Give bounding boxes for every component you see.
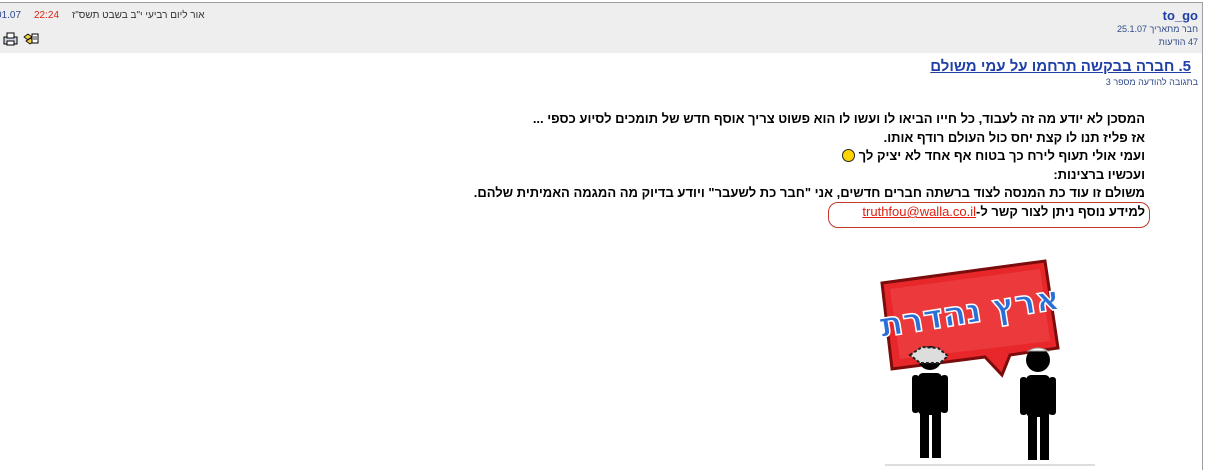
hebrew-date: אור ליום רביעי י"ב בשבט תשס"ז (72, 10, 205, 21)
body-line: משולם זו עוד כת המנסה לצוד ברשתה חברים ח… (473, 185, 1145, 200)
author-link[interactable]: to_go (1163, 8, 1198, 23)
post-header: 01.07 22:24 אור ליום רביעי י"ב בשבט תשס"… (0, 3, 1202, 53)
body-line: אז פליז תנו לו קצת יחס כול העולם רודף או… (883, 129, 1145, 145)
reply-to-link[interactable]: בתגובה להודעה מספר 3 (1106, 77, 1198, 87)
post-time: 22:24 (34, 10, 60, 21)
body-line-with-smiley: ועמי אולי תעוף לירח כך בטוח אף אחד לא יצ… (474, 147, 1145, 166)
body-line-text: ועמי אולי תעוף לירח כך בטוח אף אחד לא יצ… (858, 148, 1145, 163)
reply-icon[interactable] (23, 32, 39, 46)
poster-image: ארץ נהדרת (876, 259, 1095, 466)
post-date: 01.07 (0, 10, 22, 21)
member-since: חבר מתאריך 25.1.07 (1117, 24, 1198, 34)
post-frame: 01.07 22:24 אור ליום רביעי י"ב בשבט תשס"… (0, 2, 1203, 470)
body-line: המסכן לא יודע מה זה לעבוד, כל חייו הביאו… (532, 111, 1145, 126)
figure-right (1020, 347, 1056, 460)
post-body: המסכן לא יודע מה זה לעבוד, כל חייו הביאו… (474, 110, 1145, 203)
message-count: 47 הודעות (1158, 37, 1198, 47)
print-icon[interactable] (3, 32, 19, 46)
email-link[interactable]: truthfou@walla.co.il (862, 204, 976, 219)
smiley-icon (841, 149, 855, 162)
post-tools (3, 32, 39, 46)
contact-prefix: למידע נוסף ניתן לצור קשר ל- (976, 204, 1145, 219)
contact-line: למידע נוסף ניתן לצור קשר ל-truthfou@wall… (862, 204, 1145, 219)
body-line: ועכשיו ברצינות: (1053, 166, 1145, 182)
post-title[interactable]: 5. חברה בבקשה תרחמו על עמי משולם (930, 58, 1191, 75)
